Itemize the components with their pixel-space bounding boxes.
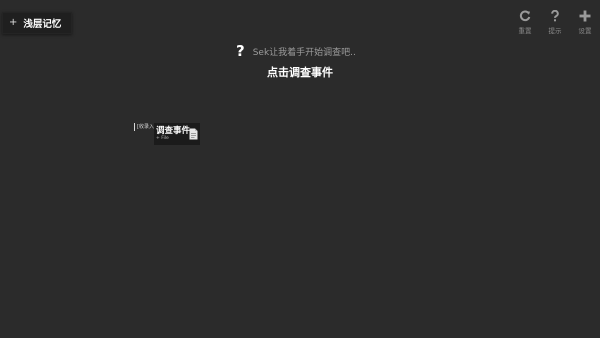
- document-icon: [189, 128, 198, 140]
- question-icon: ?: [236, 42, 245, 60]
- settings-label: 设置: [578, 27, 592, 35]
- reset-button[interactable]: 重置: [516, 10, 534, 35]
- event-file-label: + File: [156, 136, 169, 141]
- top-toolbar: 重置 提示 设置: [516, 10, 594, 35]
- plus-icon: [579, 10, 591, 22]
- prompt-hint: Sek让我着手开始调查吧..: [252, 48, 356, 58]
- hint-label: 提示: [548, 27, 562, 35]
- shallow-memory-label: 浅层记忆: [23, 19, 62, 30]
- refresh-icon: [519, 10, 531, 22]
- plus-icon: +: [9, 17, 18, 28]
- record-tag: [收录入: [134, 123, 154, 131]
- prompt-row: ? Sek让我着手开始调查吧..: [236, 44, 356, 59]
- hint-button[interactable]: 提示: [546, 10, 564, 35]
- event-panel: 调查事件 + File: [154, 123, 200, 145]
- reset-label: 重置: [518, 27, 532, 35]
- shallow-memory-button[interactable]: + 浅层记忆: [2, 12, 73, 34]
- question-icon: [551, 10, 559, 22]
- investigate-prompt[interactable]: 点击调查事件: [0, 64, 600, 80]
- investigate-event-card[interactable]: [收录入 调查事件 + File: [134, 123, 202, 145]
- event-title: 调查事件: [156, 126, 191, 136]
- settings-button[interactable]: 设置: [576, 10, 594, 35]
